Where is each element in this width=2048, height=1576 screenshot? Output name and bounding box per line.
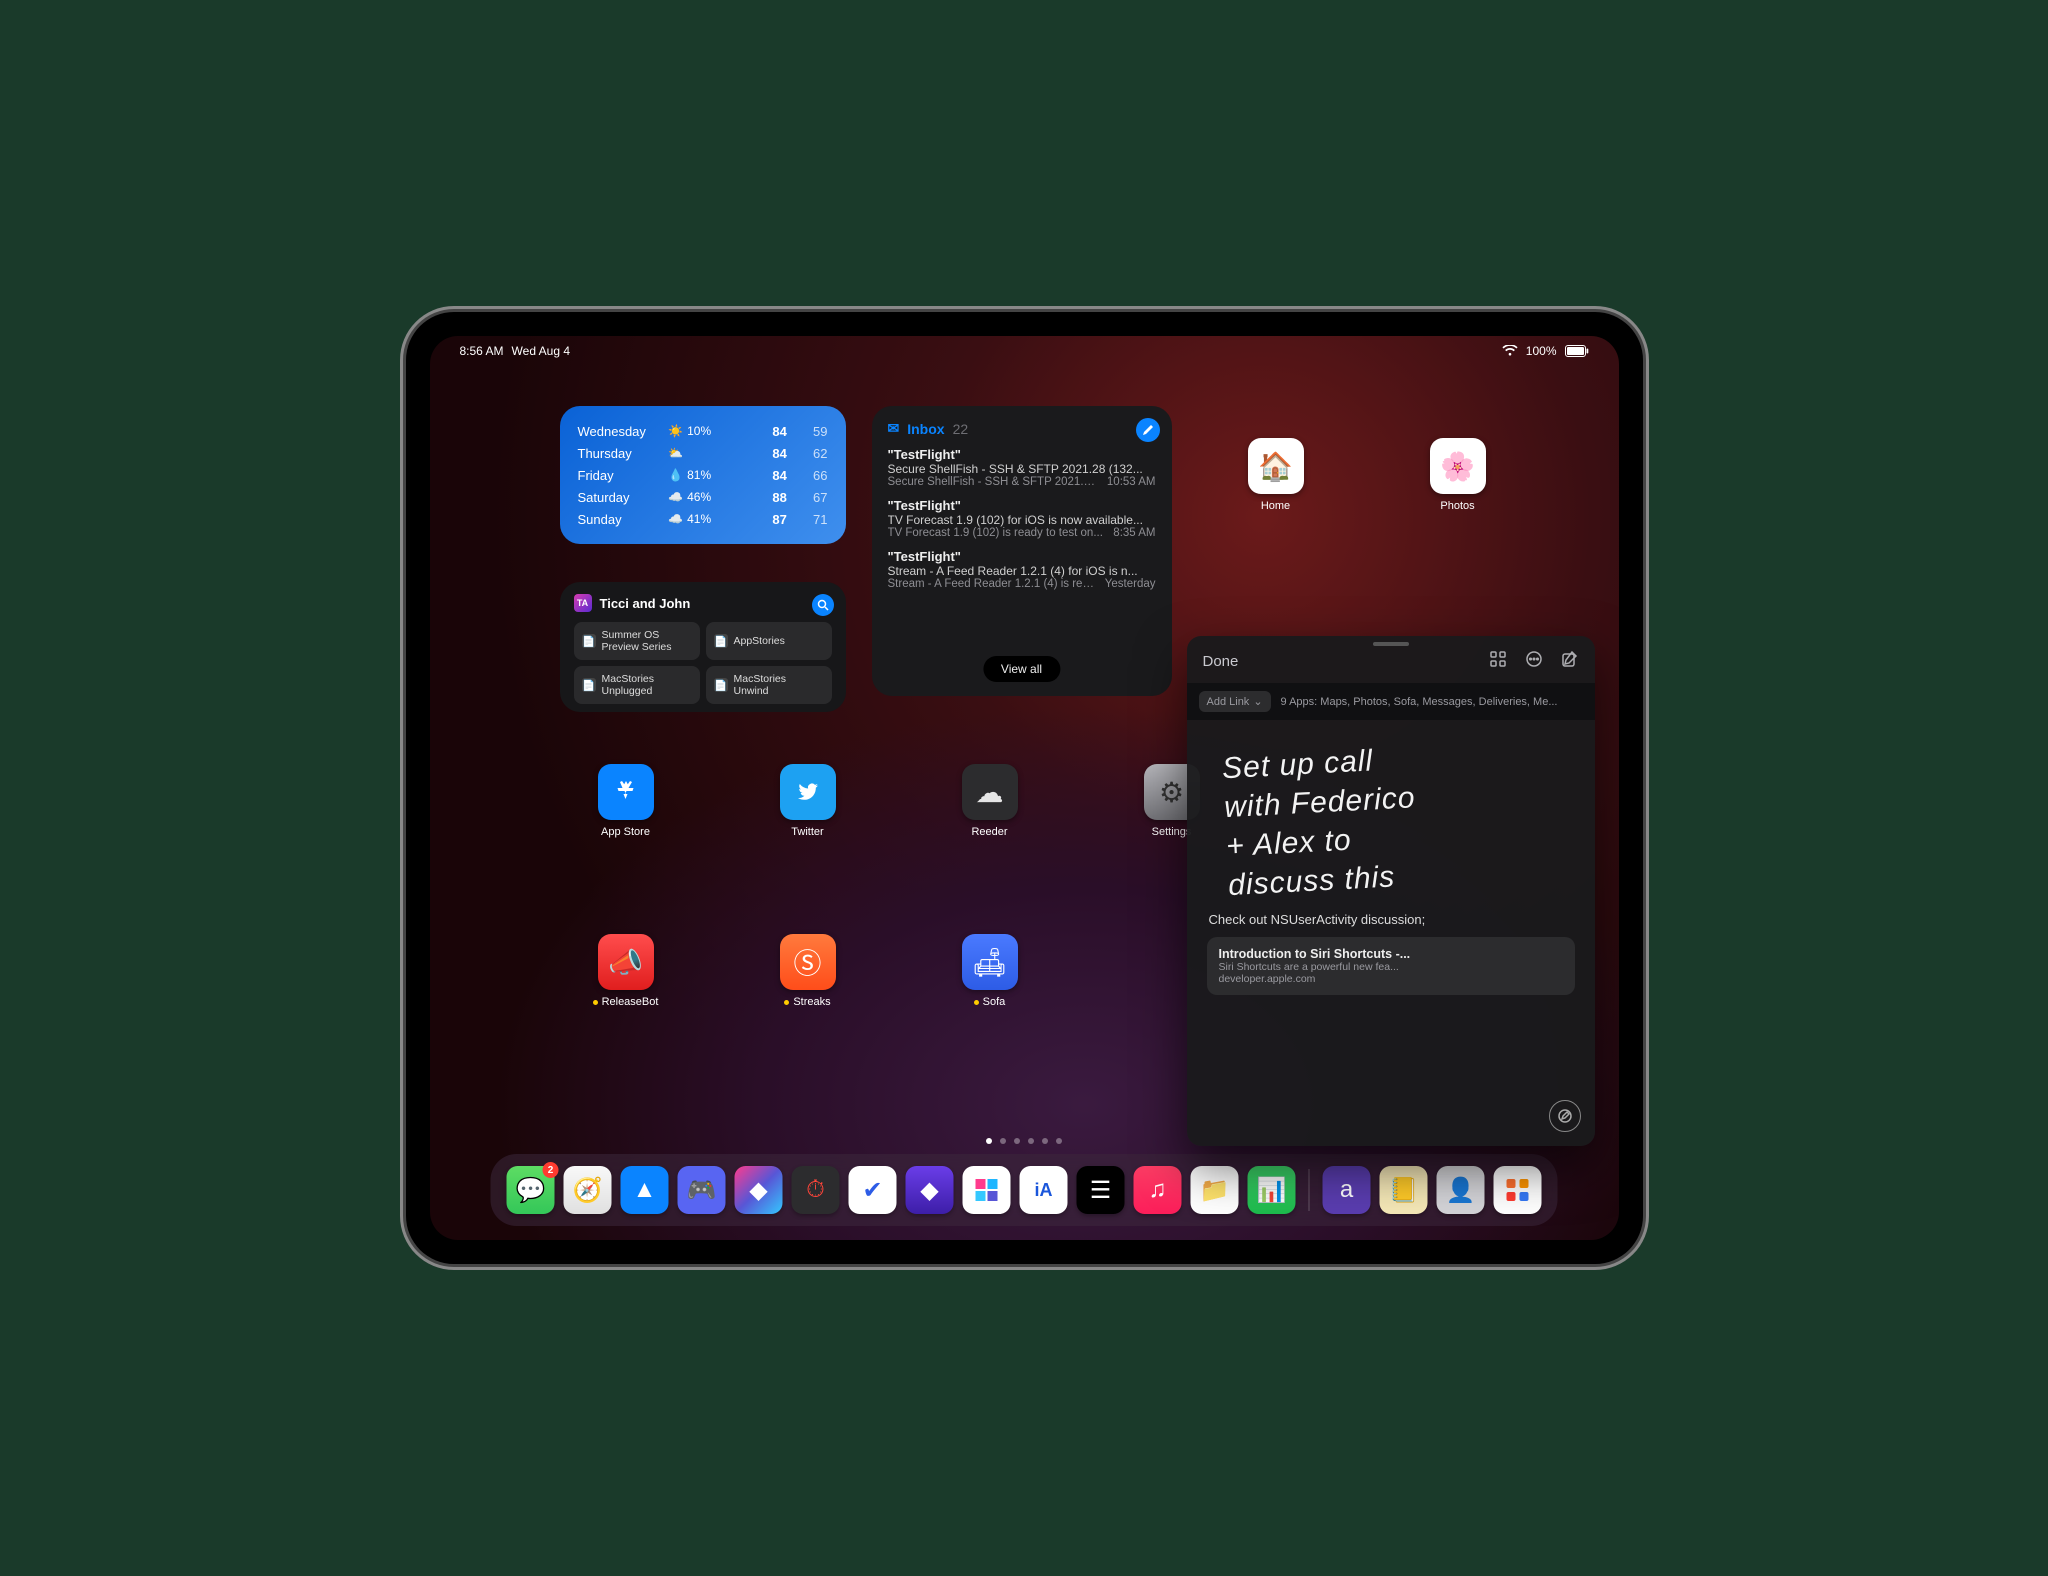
dock-music[interactable]: ♫ — [1134, 1166, 1182, 1214]
app-reeder[interactable]: ☁︎Reeder — [950, 764, 1030, 838]
dock-craft[interactable] — [963, 1166, 1011, 1214]
link-card[interactable]: Introduction to Siri Shortcuts -... Siri… — [1207, 937, 1575, 995]
dock-discord[interactable]: 🎮 — [678, 1166, 726, 1214]
note-cell[interactable]: 📄MacStories Unwind — [706, 666, 832, 704]
note-icon: 📄 — [582, 634, 596, 648]
mail-widget[interactable]: ✉︎ Inbox 22 "TestFlight" Secure ShellFis… — [872, 406, 1172, 696]
dock-messages[interactable]: 💬2 — [507, 1166, 555, 1214]
mail-view-all-button[interactable]: View all — [983, 656, 1060, 682]
notes-search-button[interactable] — [812, 594, 834, 616]
weather-row: Wednesday☀️10%8459 — [578, 420, 828, 442]
mail-item[interactable]: "TestFlight" Secure ShellFish - SSH & SF… — [888, 447, 1156, 488]
app-photos[interactable]: 🌸Photos — [1418, 438, 1498, 512]
chevron-down-icon: ⌄ — [1253, 695, 1262, 708]
grid-icon[interactable] — [1489, 650, 1507, 673]
weather-widget[interactable]: Wednesday☀️10%8459 Thursday⛅8462 Friday💧… — [560, 406, 846, 544]
note-icon: 📄 — [714, 634, 728, 648]
weather-row: Sunday☁️41%8771 — [578, 508, 828, 530]
dock-recent3[interactable]: 👤 — [1437, 1166, 1485, 1214]
dock-files[interactable]: 📁 — [1191, 1166, 1239, 1214]
add-link-button[interactable]: Add Link ⌄ — [1199, 691, 1271, 712]
page-indicator[interactable] — [986, 1138, 1062, 1144]
app-appstore[interactable]: App Store — [586, 764, 666, 838]
markup-button[interactable] — [1549, 1100, 1581, 1132]
dock-ia[interactable]: iA — [1020, 1166, 1068, 1214]
weather-row: Thursday⛅8462 — [578, 442, 828, 464]
messages-badge: 2 — [543, 1162, 559, 1178]
quick-note-panel[interactable]: Done Add Link ⌄ 9 Apps: Maps, Photos, So… — [1187, 636, 1595, 1146]
handwriting: Set up call with Federico + Alex to disc… — [1221, 731, 1579, 905]
dock-app3[interactable]: ▲ — [621, 1166, 669, 1214]
dock-numbers[interactable]: 📊 — [1248, 1166, 1296, 1214]
note-icon: 📄 — [714, 678, 728, 692]
dock-obsidian[interactable]: ◆ — [906, 1166, 954, 1214]
mail-item[interactable]: "TestFlight" TV Forecast 1.9 (102) for i… — [888, 498, 1156, 539]
apps-hint[interactable]: 9 Apps: Maps, Photos, Sofa, Messages, De… — [1281, 696, 1558, 708]
dock-app6[interactable]: ⏱︎ — [792, 1166, 840, 1214]
envelope-icon: ✉︎ — [888, 420, 900, 437]
dock-recent2[interactable]: 📒 — [1380, 1166, 1428, 1214]
grabber[interactable] — [1373, 642, 1409, 646]
dock-divider — [1309, 1169, 1310, 1211]
app-streaks[interactable]: ⓈStreaks — [768, 934, 848, 1008]
dock-shortcuts[interactable]: ◆ — [735, 1166, 783, 1214]
mail-header: ✉︎ Inbox 22 — [888, 420, 1156, 437]
weather-row: Friday💧81%8466 — [578, 464, 828, 486]
notes-header: TA Ticci and John — [574, 594, 832, 612]
dock-app7[interactable]: ✔︎ — [849, 1166, 897, 1214]
dock-recent1[interactable]: a — [1323, 1166, 1371, 1214]
done-button[interactable]: Done — [1203, 653, 1239, 670]
app-sofa[interactable]: 🛋︎Sofa — [950, 934, 1030, 1008]
dock-safari[interactable]: 🧭 — [564, 1166, 612, 1214]
notes-widget[interactable]: TA Ticci and John 📄Summer OS Preview Ser… — [560, 582, 846, 712]
compose-button[interactable] — [1136, 418, 1160, 442]
note-icon: 📄 — [582, 678, 596, 692]
weather-row: Saturday☁️46%8867 — [578, 486, 828, 508]
dock: 💬2 🧭 ▲ 🎮 ◆ ⏱︎ ✔︎ ◆ iA ☰ ♫ 📁 📊 a 📒 👤 — [491, 1154, 1558, 1226]
note-cell[interactable]: 📄Summer OS Preview Series — [574, 622, 700, 660]
note-cell[interactable]: 📄MacStories Unplugged — [574, 666, 700, 704]
compose-icon[interactable] — [1561, 650, 1579, 673]
note-text[interactable]: Check out NSUserActivity discussion; — [1209, 912, 1573, 927]
app-twitter[interactable]: Twitter — [768, 764, 848, 838]
note-cell[interactable]: 📄AppStories — [706, 622, 832, 660]
more-icon[interactable] — [1525, 650, 1543, 673]
app-home[interactable]: 🏠Home — [1236, 438, 1316, 512]
app-releasebot[interactable]: 📣ReleaseBot — [586, 934, 666, 1008]
mail-item[interactable]: "TestFlight" Stream - A Feed Reader 1.2.… — [888, 549, 1156, 590]
notes-avatar: TA — [574, 594, 592, 612]
dock-app-library[interactable] — [1494, 1166, 1542, 1214]
dock-todoist[interactable]: ☰ — [1077, 1166, 1125, 1214]
link-bar: Add Link ⌄ 9 Apps: Maps, Photos, Sofa, M… — [1187, 683, 1595, 720]
